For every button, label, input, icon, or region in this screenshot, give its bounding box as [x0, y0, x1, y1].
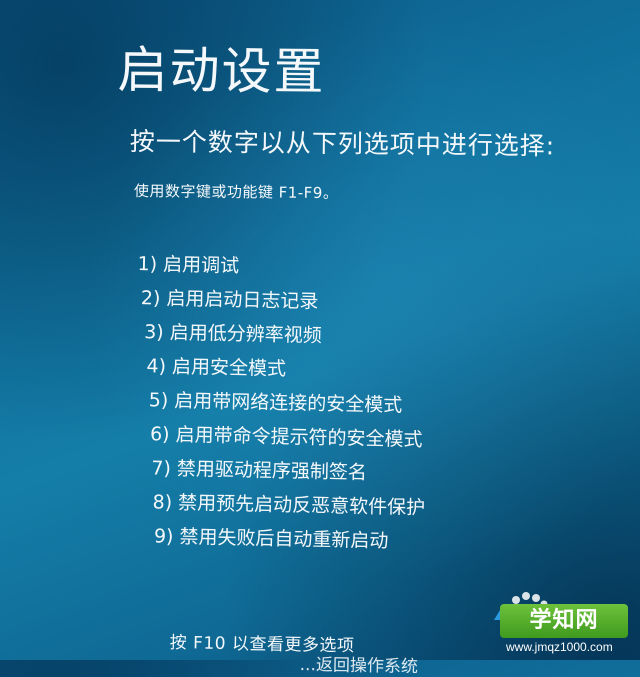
option-number: 9): [153, 525, 174, 548]
option-number: 7): [151, 457, 172, 480]
startup-options-list: 1) 启用调试 2) 启用启动日志记录 3) 启用低分辨率视频 4) 启用安全模式 5)…: [132, 247, 558, 562]
option-label: 禁用驱动程序强制签名: [176, 457, 368, 484]
page-title: 启动设置: [117, 40, 326, 102]
option-number: 5): [148, 389, 169, 412]
option-label: 禁用失败后自动重新启动: [179, 525, 389, 553]
startup-settings-screen: 启动设置 按一个数字以从下列选项中进行选择: 使用数字键或功能键 F1-F9。 …: [0, 0, 640, 677]
option-label: 启用带命令提示符的安全模式: [175, 423, 423, 451]
option-number: 4): [146, 355, 167, 378]
option-label: 启用带网络连接的安全模式: [174, 389, 403, 417]
option-number: 8): [152, 491, 173, 514]
option-label: 启用启动日志记录: [166, 287, 319, 313]
key-hint: 使用数字键或功能键 F1-F9。: [133, 181, 339, 203]
watermark-brand: 学知网: [500, 604, 628, 638]
watermark-url: www.jmqz1000.com: [506, 640, 613, 654]
option-label: 启用安全模式: [171, 355, 287, 381]
watermark-logo: 学知网 www.jmqz1000.com: [480, 582, 640, 660]
option-number: 1): [137, 252, 158, 276]
instruction-heading: 按一个数字以从下列选项中进行选择:: [129, 126, 556, 161]
option-label: 启用调试: [162, 253, 240, 278]
option-label: 启用低分辨率视频: [169, 321, 322, 347]
option-number: 3): [143, 321, 164, 344]
option-label: 禁用预先启动反恶意软件保护: [177, 491, 426, 520]
option-number: 6): [149, 423, 170, 446]
return-to-os-partial[interactable]: ...返回操作系统: [300, 650, 419, 677]
option-number: 2): [140, 287, 161, 310]
